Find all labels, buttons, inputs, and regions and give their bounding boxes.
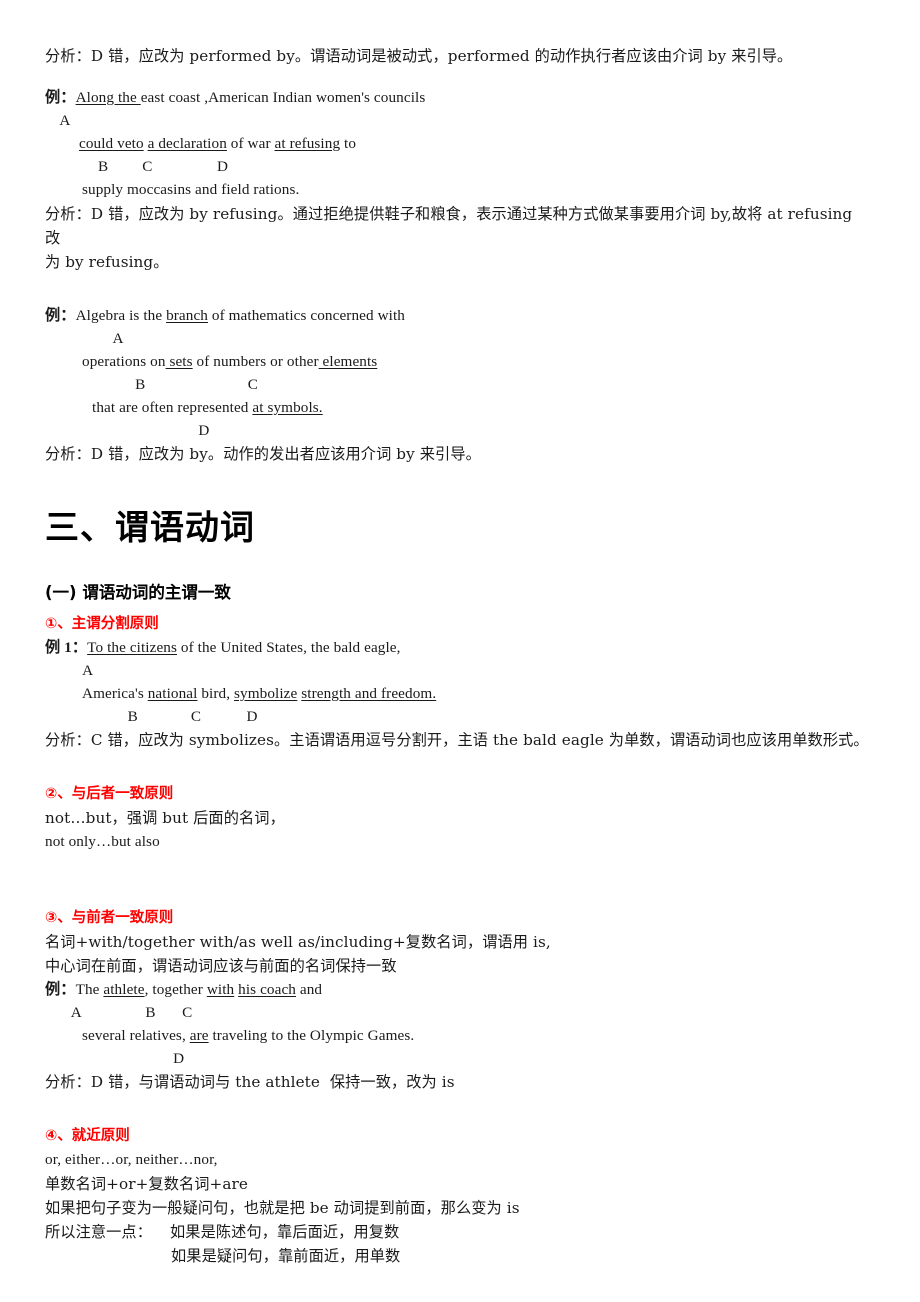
rule-2-line-2: not only…but also xyxy=(45,833,160,850)
example-2-text-e: that are often represented xyxy=(92,399,253,416)
rule-1-title: ①、主谓分割原则 xyxy=(45,616,159,632)
example-2-line-1: 例：Algebra is the branch of mathematics c… xyxy=(45,304,877,328)
rule-1-text-b: America's xyxy=(82,685,148,702)
example-1-tail-text: to xyxy=(340,135,357,152)
example-2-text-c: operations on xyxy=(82,353,166,370)
rule-1-markers-1: A xyxy=(45,662,94,679)
rule-3-example-line-1: 例：The athlete, together with his coach a… xyxy=(45,978,877,1002)
example-2-markers-3: D xyxy=(92,422,210,439)
rule-1-example-line-1: 例 1：To the citizens of the United States… xyxy=(45,636,877,660)
analysis-paragraph-2: 分析：D 错，应改为 by refusing。通过拒绝提供鞋子和粮食，表示通过某… xyxy=(45,205,863,247)
rule-3-text-d: several relatives, xyxy=(82,1027,190,1044)
example-1-line-1: 例：Along the east coast ,American Indian … xyxy=(45,86,877,110)
example-1-line-2: could veto a declaration of war at refus… xyxy=(45,132,877,156)
rule-3-underline-a: athlete xyxy=(103,981,145,998)
rule-3-line-1: 名词+with/together with/as well as/includi… xyxy=(45,933,551,951)
example-1-label: 例： xyxy=(45,89,76,106)
example-2-text-b: of mathematics concerned with xyxy=(208,307,405,324)
rule-3-underline-d: are xyxy=(189,1027,209,1044)
rule-3-text-a: The xyxy=(75,981,104,998)
rule-4-line-3: 如果把句子变为一般疑问句，也就是把 be 动词提到前面，那么变为 is xyxy=(45,1199,520,1217)
rule-4-line-2: 单数名词+or+复数名词+are xyxy=(45,1175,248,1193)
rule-4-title: ④、就近原则 xyxy=(45,1128,130,1144)
section-heading-yi: (一) 谓语动词的主谓一致 xyxy=(45,583,231,602)
example-2-markers-2: B C xyxy=(82,376,258,393)
rule-1-example-label: 例 1： xyxy=(45,639,88,656)
rule-3-example-label: 例： xyxy=(45,981,76,998)
analysis-paragraph-3: 分析：D 错，应改为 by。动作的发出者应该用介词 by 来引导。 xyxy=(45,445,481,463)
rule-3-title: ③、与前者一致原则 xyxy=(45,910,174,926)
example-1-underline-b: could veto xyxy=(79,135,144,152)
rule-4-note-text-a: 如果是陈述句，靠后面近，用复数 xyxy=(170,1223,400,1241)
rule-3-text-c: and xyxy=(296,981,323,998)
rule-1-underline-d: strength and freedom. xyxy=(301,685,437,702)
rule-3-analysis: 分析：D 错，与谓语动词与 the athlete 保持一致，改为 is xyxy=(45,1073,455,1091)
rule-1-markers-2: B C D xyxy=(82,708,258,725)
example-1-underline-d: at refusing xyxy=(274,135,341,152)
page-title: 三、谓语动词 xyxy=(45,508,255,548)
example-2-underline-d: at symbols. xyxy=(252,399,323,416)
example-1-markers-1: A xyxy=(45,112,71,129)
example-2-text-a: Algebra is the xyxy=(75,307,167,324)
example-2-label: 例： xyxy=(45,307,76,324)
rule-1-example-line-2: America's national bird, symbolize stren… xyxy=(45,682,877,706)
example-1-markers-2: B C D xyxy=(79,158,228,175)
document-page: 分析：D 错，应改为 performed by。谓语动词是被动式，perform… xyxy=(0,0,920,1302)
example-1-text-rest: east coast ,American Indian women's coun… xyxy=(140,89,426,106)
analysis-paragraph-2-cont: 为 by refusing。 xyxy=(45,253,169,271)
rule-1-text-c: bird, xyxy=(197,685,235,702)
rule-4-line-1: or, either…or, neither…nor, xyxy=(45,1151,218,1168)
example-1-mid-text: of war xyxy=(226,135,275,152)
rule-3-underline-c: his coach xyxy=(238,981,296,998)
rule-1-underline-a: To the citizens xyxy=(87,639,178,656)
analysis-paragraph-1: 分析：D 错，应改为 performed by。谓语动词是被动式，perform… xyxy=(45,47,793,65)
rule-4-note-line-1: 所以注意一点： 如果是陈述句，靠后面近，用复数 xyxy=(45,1220,877,1244)
example-2-underline-b: sets xyxy=(165,353,193,370)
rule-1-text-a: of the United States, the bald eagle, xyxy=(177,639,401,656)
example-2-line-2: operations on sets of numbers or other e… xyxy=(45,350,877,374)
example-2-markers-1: A xyxy=(45,330,124,347)
document-body: 分析：D 错，应改为 performed by。谓语动词是被动式，perform… xyxy=(45,44,877,1268)
rule-1-analysis: 分析：C 错，应改为 symbolizes。主语谓语用逗号分割开，主语 the … xyxy=(45,731,869,749)
rule-2-line-1: not…but，强调 but 后面的名词， xyxy=(45,809,285,827)
example-2-line-3: that are often represented at symbols. xyxy=(45,396,877,420)
rule-3-markers-2: D xyxy=(82,1050,185,1067)
rule-3-example-line-2: several relatives, are traveling to the … xyxy=(45,1024,877,1048)
example-2-underline-c: elements xyxy=(318,353,378,370)
rule-2-title: ②、与后者一致原则 xyxy=(45,786,174,802)
rule-4-note-label: 所以注意一点： xyxy=(45,1223,153,1241)
rule-3-underline-b: with xyxy=(206,981,235,998)
example-2-underline-a: branch xyxy=(166,307,208,324)
rule-3-text-e: traveling to the Olympic Games. xyxy=(208,1027,415,1044)
rule-3-line-2: 中心词在前面，谓语动词应该与前面的名词保持一致 xyxy=(45,957,397,975)
rule-1-underline-c: symbolize xyxy=(234,685,298,702)
example-1-underline-c: a declaration xyxy=(147,135,227,152)
example-2-text-d: of numbers or other xyxy=(192,353,319,370)
example-1-line-3: supply moccasins and field rations. xyxy=(82,181,300,198)
rule-4-note-line-2: 如果是疑问句，靠前面近，用单数 xyxy=(171,1247,401,1265)
rule-3-text-b: , together xyxy=(144,981,207,998)
rule-1-underline-b: national xyxy=(147,685,198,702)
rule-3-markers-1: A B C xyxy=(45,1004,193,1021)
example-1-underline-a: Along the xyxy=(75,89,141,106)
